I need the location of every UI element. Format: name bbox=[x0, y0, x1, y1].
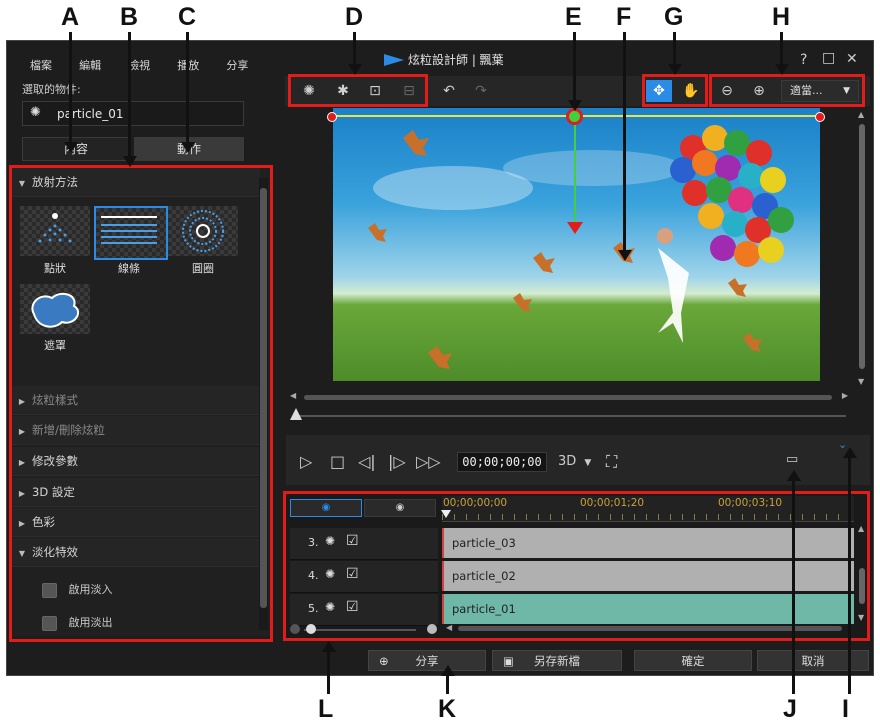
chevron-down-icon: ▼ bbox=[584, 458, 592, 468]
leader-c bbox=[186, 32, 189, 144]
leader-i-arrow bbox=[843, 447, 857, 458]
undo-icon[interactable]: ↶ bbox=[436, 80, 462, 102]
leader-b-arrow bbox=[123, 156, 137, 167]
window-title: 炫粒設計師 | 飄葉 bbox=[408, 53, 504, 67]
redo-icon[interactable]: ↷ bbox=[468, 80, 494, 102]
leader-g-arrow bbox=[668, 64, 682, 75]
previous-frame-icon[interactable]: ◁| bbox=[358, 452, 376, 471]
share-globe-icon: ⊕ bbox=[379, 654, 389, 668]
leader-j bbox=[792, 481, 795, 694]
fast-forward-icon[interactable]: ▷▷ bbox=[416, 452, 441, 471]
leader-j-arrow bbox=[787, 470, 801, 481]
particle-icon: ✺ bbox=[30, 105, 41, 120]
leader-c-arrow bbox=[181, 142, 195, 153]
scroll-left-icon[interactable]: ◀ bbox=[290, 391, 296, 400]
callout-d: D bbox=[345, 3, 364, 31]
callout-a: A bbox=[61, 3, 80, 31]
preview-canvas[interactable] bbox=[333, 108, 820, 381]
emitter-left-handle[interactable] bbox=[327, 112, 337, 122]
preview-vscrollbar[interactable]: ▲ ▼ bbox=[857, 110, 867, 386]
leader-f-arrow bbox=[618, 250, 632, 261]
menu-edit[interactable]: 編輯 bbox=[79, 59, 101, 72]
3d-mode-label: 3D bbox=[558, 454, 577, 469]
preview-scene bbox=[368, 125, 794, 369]
scroll-right-icon[interactable]: ▶ bbox=[842, 391, 848, 400]
callout-e: E bbox=[565, 3, 582, 31]
highlight-toolbar-group bbox=[288, 74, 428, 107]
menu-view[interactable]: 檢視 bbox=[128, 59, 150, 72]
leader-i bbox=[848, 458, 851, 694]
leader-a bbox=[69, 32, 72, 144]
emitter-direction-guide[interactable] bbox=[574, 117, 576, 225]
playback-slider-track[interactable] bbox=[296, 415, 846, 417]
maximize-icon[interactable]: □ bbox=[822, 50, 835, 66]
leader-e bbox=[573, 32, 576, 104]
preview-hscrollbar[interactable]: ◀ ▶ bbox=[290, 391, 848, 402]
menu-share[interactable]: 分享 bbox=[226, 59, 248, 72]
leader-b bbox=[128, 32, 131, 158]
share-button-label: 分享 bbox=[415, 654, 439, 668]
callout-k: K bbox=[438, 695, 457, 723]
scroll-up-icon[interactable]: ▲ bbox=[858, 110, 864, 119]
safe-zone-icon[interactable]: ▭ bbox=[786, 452, 798, 467]
callout-g: G bbox=[664, 3, 684, 31]
save-as-button[interactable]: ▣ 另存新檔 bbox=[492, 650, 622, 671]
callout-h: H bbox=[772, 3, 791, 31]
leader-a-arrow bbox=[64, 142, 78, 153]
ok-button[interactable]: 確定 bbox=[634, 650, 752, 671]
timecode-display[interactable]: 00;00;00;00 bbox=[457, 452, 547, 472]
leader-l-arrow bbox=[322, 641, 336, 652]
3d-mode-select[interactable]: 3D ▼ bbox=[558, 454, 591, 469]
leader-h bbox=[780, 32, 783, 66]
save-as-button-label: 另存新檔 bbox=[534, 654, 580, 668]
fullscreen-icon[interactable]: ⛶ bbox=[606, 452, 617, 472]
emitter-right-handle[interactable] bbox=[815, 112, 825, 122]
selected-object-name: particle_01 bbox=[57, 107, 124, 121]
close-icon[interactable]: ✕ bbox=[846, 51, 858, 67]
highlight-select-pan-group bbox=[642, 74, 708, 107]
highlight-zoom-group bbox=[709, 74, 865, 107]
callout-c: C bbox=[178, 3, 197, 31]
hscroll-thumb[interactable] bbox=[304, 395, 832, 400]
leader-f bbox=[623, 32, 626, 252]
callout-i: I bbox=[842, 695, 849, 723]
leader-g bbox=[673, 32, 676, 66]
leader-h-arrow bbox=[775, 64, 789, 75]
selected-object-field[interactable]: ✺ particle_01 bbox=[22, 101, 244, 126]
next-frame-icon[interactable]: |▷ bbox=[388, 452, 406, 471]
leader-d bbox=[353, 32, 356, 66]
share-button[interactable]: ⊕ 分享 bbox=[368, 650, 486, 671]
save-disk-icon: ▣ bbox=[503, 654, 514, 668]
leader-k bbox=[446, 676, 449, 694]
callout-l: L bbox=[318, 695, 334, 723]
help-icon[interactable]: ? bbox=[800, 52, 807, 68]
vscroll-thumb[interactable] bbox=[859, 124, 865, 369]
callout-b: B bbox=[120, 3, 139, 31]
playback-slider-handle[interactable] bbox=[290, 408, 302, 420]
leader-l bbox=[327, 652, 330, 694]
leader-d-arrow bbox=[348, 64, 362, 75]
cancel-button[interactable]: 取消 bbox=[757, 650, 869, 671]
leader-e-arrow bbox=[568, 100, 582, 111]
menu-bar: 檔案 編輯 檢視 播放 分享 bbox=[30, 54, 270, 72]
menu-file[interactable]: 檔案 bbox=[30, 59, 52, 72]
direction-arrow-handle[interactable] bbox=[567, 222, 583, 234]
leader-k-arrow bbox=[441, 665, 455, 676]
callout-f: F bbox=[616, 3, 632, 31]
play-icon[interactable]: ▷ bbox=[300, 452, 312, 471]
highlight-properties-panel bbox=[9, 165, 273, 642]
highlight-timeline bbox=[283, 491, 870, 641]
stop-icon[interactable]: □ bbox=[330, 452, 345, 471]
callout-j: J bbox=[783, 695, 797, 723]
scroll-down-icon[interactable]: ▼ bbox=[858, 377, 864, 386]
